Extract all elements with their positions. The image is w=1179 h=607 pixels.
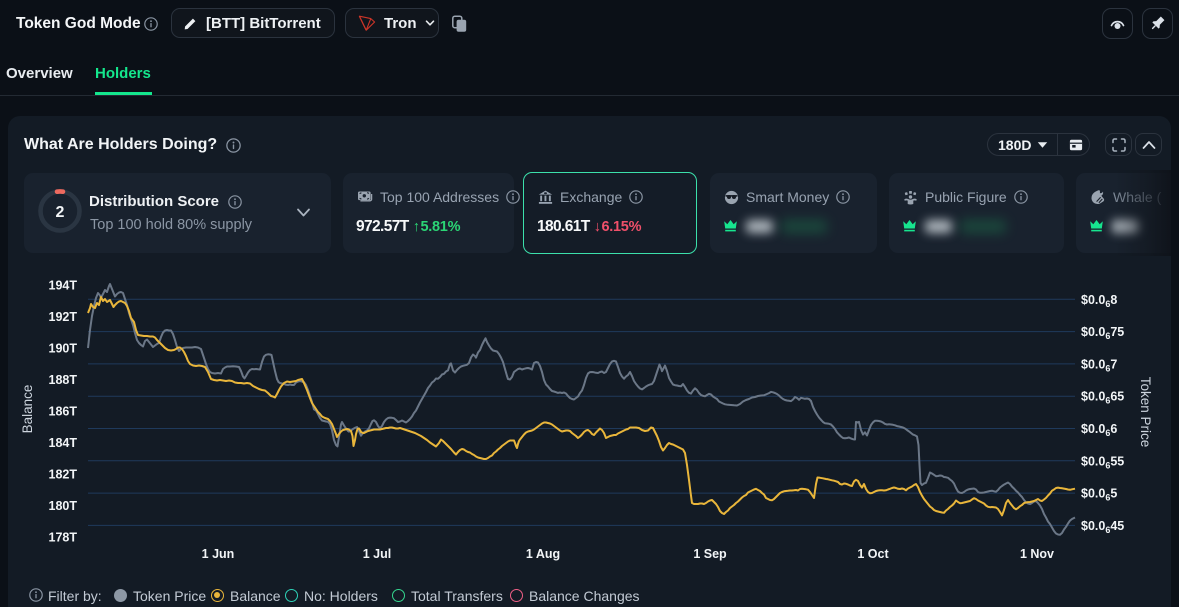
svg-text:Token Price: Token Price bbox=[1138, 377, 1153, 448]
svg-text:$0.0665: $0.0665 bbox=[1081, 390, 1124, 406]
svg-text:192T: 192T bbox=[49, 310, 78, 324]
svg-text:$0.0645: $0.0645 bbox=[1081, 519, 1124, 535]
svg-text:194T: 194T bbox=[49, 279, 78, 293]
svg-text:1 Jun: 1 Jun bbox=[202, 547, 235, 561]
svg-text:182T: 182T bbox=[49, 468, 78, 482]
svg-text:1 Jul: 1 Jul bbox=[363, 547, 392, 561]
svg-text:$0.065: $0.065 bbox=[1081, 487, 1117, 503]
svg-text:$0.066: $0.066 bbox=[1081, 422, 1117, 438]
svg-text:186T: 186T bbox=[49, 405, 78, 419]
svg-text:188T: 188T bbox=[49, 373, 78, 387]
svg-text:184T: 184T bbox=[49, 436, 78, 450]
svg-text:190T: 190T bbox=[49, 342, 78, 356]
svg-text:1 Oct: 1 Oct bbox=[857, 547, 889, 561]
svg-text:1 Sep: 1 Sep bbox=[693, 547, 727, 561]
svg-text:$0.068: $0.068 bbox=[1081, 293, 1117, 309]
svg-text:178T: 178T bbox=[49, 531, 78, 545]
svg-text:$0.0675: $0.0675 bbox=[1081, 325, 1124, 341]
svg-text:2: 2 bbox=[56, 204, 65, 221]
svg-text:180T: 180T bbox=[49, 499, 78, 513]
svg-text:Balance: Balance bbox=[20, 385, 35, 434]
svg-text:$0.067: $0.067 bbox=[1081, 357, 1117, 373]
svg-text:1 Aug: 1 Aug bbox=[526, 547, 560, 561]
svg-text:$0.0655: $0.0655 bbox=[1081, 454, 1124, 470]
svg-text:1 Nov: 1 Nov bbox=[1020, 547, 1054, 561]
